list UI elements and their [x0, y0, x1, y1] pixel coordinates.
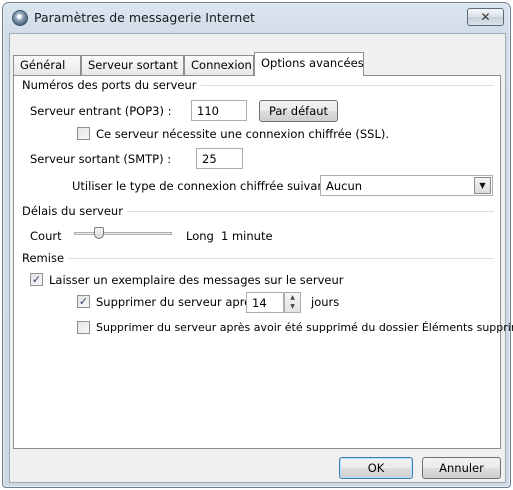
close-button[interactable]: ✕ [467, 8, 504, 26]
encryption-type-label: Utiliser le type de connexion chiffrée s… [72, 179, 337, 193]
outgoing-port-input[interactable]: 25 [196, 148, 243, 169]
default-ports-button[interactable]: Par défaut [259, 100, 338, 122]
remove-deleted-label: Supprimer du serveur après avoir été sup… [96, 321, 513, 334]
ports-group-label: Numéros des ports du serveur [22, 78, 201, 92]
ok-button[interactable]: OK [339, 457, 413, 479]
days-spinner[interactable]: ▲ ▼ [284, 292, 301, 313]
encryption-type-select[interactable]: Aucun ▼ [320, 175, 493, 196]
delivery-group-label: Remise [22, 251, 69, 265]
chevron-down-icon[interactable]: ▼ [474, 177, 491, 194]
incoming-port-label: Serveur entrant (POP3) : [30, 104, 172, 118]
delivery-group-divider [22, 258, 494, 259]
dialog-window: Paramètres de messagerie Internet ✕ Géné… [2, 2, 513, 488]
outgoing-port-label: Serveur sortant (SMTP) : [30, 152, 172, 166]
timeout-slider-track[interactable] [74, 232, 172, 235]
spin-up-icon[interactable]: ▲ [285, 293, 300, 302]
remove-deleted-checkbox[interactable] [77, 321, 90, 334]
ssl-label: Ce serveur nécessite une connexion chiff… [96, 127, 390, 141]
tab-advanced-options[interactable]: Options avancées [254, 52, 364, 76]
tab-outgoing-server[interactable]: Serveur sortant [81, 55, 184, 75]
timeout-value: 1 minute [221, 229, 273, 243]
advanced-options-panel: Numéros des ports du serveur Serveur ent… [13, 75, 513, 449]
tab-general[interactable]: Général [13, 55, 81, 75]
timeout-slider-thumb[interactable] [93, 227, 104, 239]
dialog-body: Général Serveur sortant Connexion Option… [9, 33, 513, 483]
title-bar[interactable]: Paramètres de messagerie Internet ✕ [3, 3, 510, 33]
timeout-group-label: Délais du serveur [22, 204, 127, 218]
remove-after-label: Supprimer du serveur après [96, 295, 258, 309]
spin-down-icon[interactable]: ▼ [285, 302, 300, 311]
cancel-button[interactable]: Annuler [422, 457, 501, 479]
ssl-checkbox[interactable] [77, 127, 90, 140]
leave-copy-checkbox[interactable]: ✓ [30, 273, 43, 286]
timeout-short-label: Court [30, 229, 62, 243]
tab-connection[interactable]: Connexion [184, 55, 254, 75]
timeout-long-label: Long [186, 229, 214, 243]
days-unit-label: jours [311, 295, 340, 309]
incoming-port-input[interactable]: 110 [191, 100, 247, 121]
window-title: Paramètres de messagerie Internet [34, 10, 255, 25]
remove-after-checkbox[interactable]: ✓ [77, 295, 90, 308]
mail-settings-icon [12, 10, 28, 26]
remove-after-days-input[interactable]: 14 [246, 292, 284, 313]
leave-copy-label: Laisser un exemplaire des messages sur l… [49, 273, 344, 287]
encryption-type-value: Aucun [326, 179, 363, 193]
